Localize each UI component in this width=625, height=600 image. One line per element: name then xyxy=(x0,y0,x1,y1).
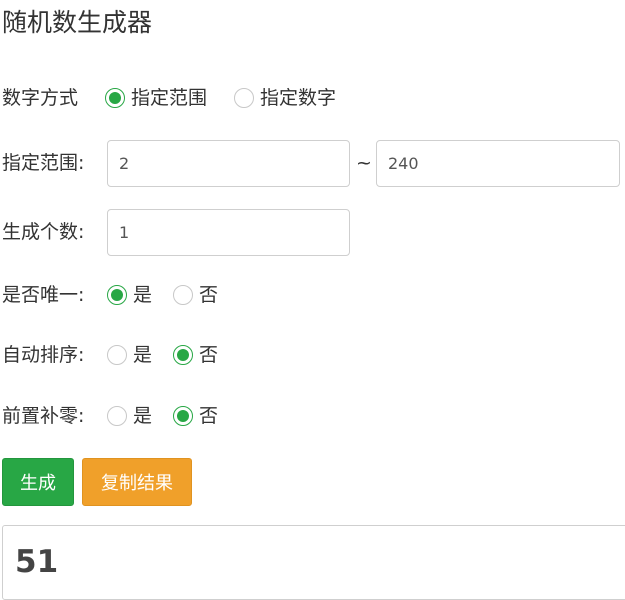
page-title: 随机数生成器 xyxy=(2,8,153,37)
number-mode-digits-radio[interactable] xyxy=(234,88,254,108)
range-separator: ~ xyxy=(356,152,372,174)
number-mode-digits-option[interactable]: 指定数字 xyxy=(234,85,336,111)
unique-no-label: 否 xyxy=(199,284,219,306)
range-label: 指定范围: xyxy=(2,152,85,174)
auto-sort-yes-radio[interactable] xyxy=(107,345,127,365)
result-box: 51 xyxy=(2,525,625,600)
number-mode-range-radio[interactable] xyxy=(105,88,125,108)
auto-sort-no-label: 否 xyxy=(199,344,219,366)
count-input[interactable] xyxy=(107,209,350,256)
number-mode-range-label: 指定范围 xyxy=(131,87,208,109)
copy-result-button[interactable]: 复制结果 xyxy=(82,458,192,506)
auto-sort-no-radio[interactable] xyxy=(173,345,193,365)
count-label: 生成个数: xyxy=(2,221,85,243)
auto-sort-yes-label: 是 xyxy=(133,344,153,366)
zero-pad-yes-option[interactable]: 是 xyxy=(107,403,152,429)
zero-pad-no-option[interactable]: 否 xyxy=(173,403,218,429)
zero-pad-label: 前置补零: xyxy=(2,405,85,427)
range-min-input[interactable] xyxy=(107,140,350,187)
unique-label: 是否唯一: xyxy=(2,284,85,306)
generate-button[interactable]: 生成 xyxy=(2,458,74,506)
zero-pad-yes-radio[interactable] xyxy=(107,406,127,426)
auto-sort-yes-option[interactable]: 是 xyxy=(107,342,152,368)
number-mode-digits-label: 指定数字 xyxy=(260,87,337,109)
number-mode-label: 数字方式 xyxy=(2,87,79,109)
auto-sort-label: 自动排序: xyxy=(2,344,85,366)
unique-yes-label: 是 xyxy=(133,284,153,306)
zero-pad-no-radio[interactable] xyxy=(173,406,193,426)
unique-no-option[interactable]: 否 xyxy=(173,282,218,308)
auto-sort-no-option[interactable]: 否 xyxy=(173,342,218,368)
range-max-input[interactable] xyxy=(376,140,620,187)
result-value: 51 xyxy=(15,544,59,580)
unique-yes-radio[interactable] xyxy=(107,285,127,305)
zero-pad-yes-label: 是 xyxy=(133,405,153,427)
number-mode-range-option[interactable]: 指定范围 xyxy=(105,85,207,111)
zero-pad-no-label: 否 xyxy=(199,405,219,427)
unique-no-radio[interactable] xyxy=(173,285,193,305)
unique-yes-option[interactable]: 是 xyxy=(107,282,152,308)
